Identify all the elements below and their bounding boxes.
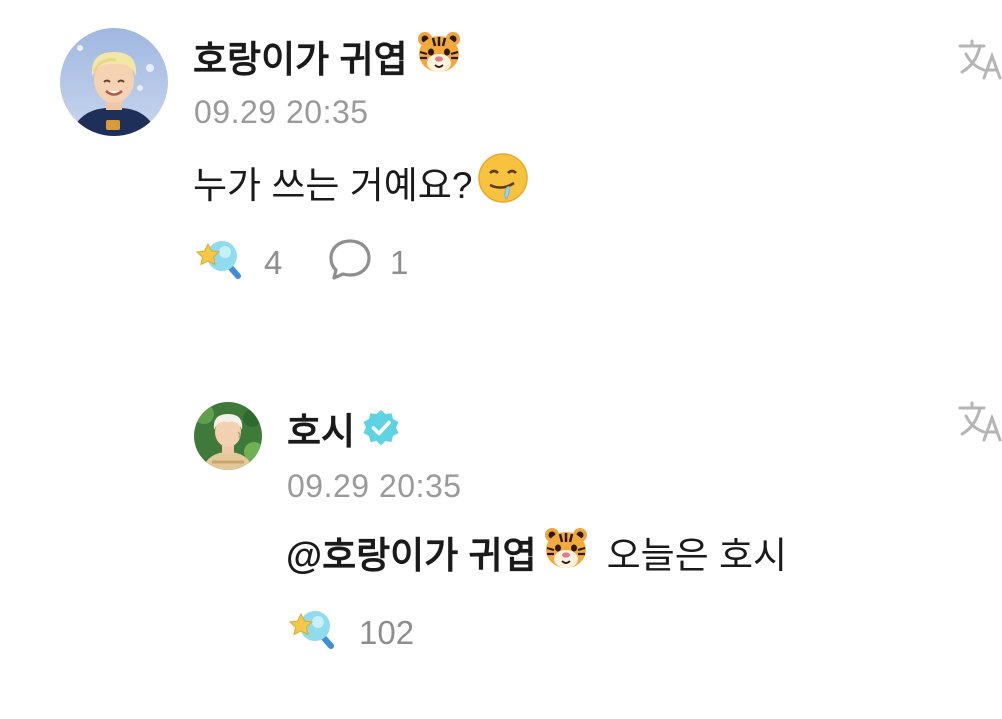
like-button[interactable]: 102 [287,610,414,656]
star-wand-icon [287,606,339,660]
username-text: 호랑이가 귀엽 [193,39,408,80]
speech-bubble-icon [326,236,374,290]
avatar[interactable] [194,402,262,470]
username-text: 호시 [287,411,356,452]
reply-text: @호랑이가 귀엽 오늘은 호시 [286,526,787,578]
reply-count: 1 [390,244,409,281]
comment-text-content: 누가 쓰는 거예요? [193,165,473,206]
reply-timestamp: 09.29 20:35 [287,468,462,504]
like-count: 102 [359,614,415,651]
username[interactable]: 호랑이가 귀엽 [193,30,462,83]
translate-icon[interactable] [958,38,1002,82]
mention-link[interactable]: @호랑이가 귀엽 [286,525,589,579]
username[interactable]: 호시 [287,404,401,452]
tiger-face-emoji [416,30,462,83]
like-button[interactable]: 4 [194,240,282,286]
tiger-face-emoji [543,526,589,579]
comment-timestamp: 09.29 20:35 [194,94,369,130]
comment-item: 호랑이가 귀엽 09.29 20:35 누가 쓰는 거예요? 4 1 [0,0,1002,320]
comment-text: 누가 쓰는 거예요? [193,152,530,210]
reply-text-content: 오늘은 호시 [606,535,788,576]
verified-badge-icon [361,408,401,448]
star-wand-icon [194,236,246,290]
drooling-face-emoji [476,151,530,214]
reply-item: 호시 09.29 20:35 @호랑이가 귀엽 오늘은 호시 102 [0,390,1002,719]
reply-button[interactable]: 1 [326,239,409,286]
avatar[interactable] [60,28,168,136]
mention-text: @호랑이가 귀엽 [286,535,537,576]
like-count: 4 [264,244,283,281]
translate-icon[interactable] [958,400,1002,444]
